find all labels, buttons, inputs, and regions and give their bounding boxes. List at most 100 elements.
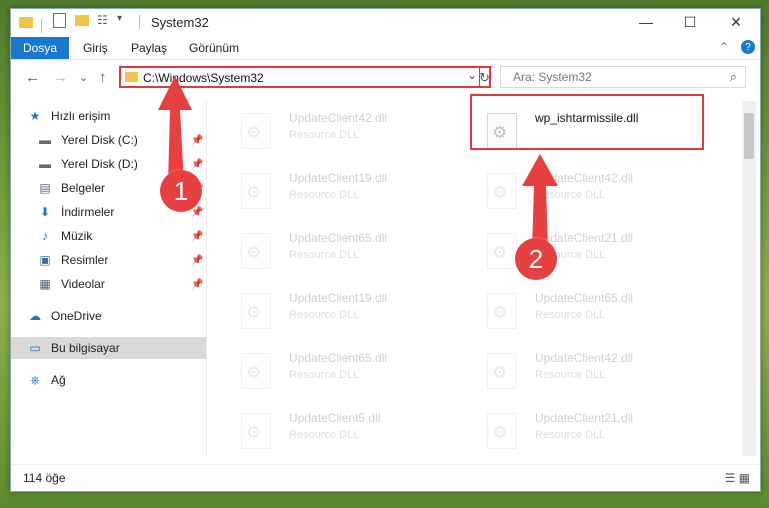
scrollbar-thumb[interactable] (744, 113, 754, 159)
vertical-scrollbar[interactable] (742, 101, 756, 456)
tab-file[interactable]: Dosya (11, 37, 69, 59)
step-2-badge: 2 (515, 238, 557, 280)
pin-icon[interactable]: 📌 (191, 255, 203, 266)
search-placeholder: Ara: System32 (513, 70, 592, 84)
file-name: UpdateClient65.dll (289, 351, 388, 365)
sidebar-item-label: Belgeler (61, 181, 106, 195)
new-folder-icon[interactable] (75, 15, 89, 26)
dll-file-icon (487, 293, 517, 329)
dll-file-icon (487, 353, 517, 389)
dll-file-icon (487, 413, 517, 449)
sidebar-item-label: Hızlı erişim (51, 109, 111, 123)
sidebar-item[interactable]: ☁ OneDrive (11, 305, 206, 327)
file-item[interactable]: UpdateClient21.dll Resource DLL (469, 407, 699, 455)
sidebar-item-icon: ▦ (39, 277, 51, 291)
sidebar-item-label: Videolar (61, 277, 105, 291)
file-item[interactable]: UpdateClient42.dllResource DLL (223, 107, 453, 155)
window-title: System32 (151, 15, 209, 30)
view-toggle-icons[interactable]: ☰ ▦ (725, 471, 750, 485)
file-name: UpdateClient65.dll (535, 291, 634, 305)
sidebar-item-icon: ▬ (39, 133, 51, 147)
recent-locations-icon[interactable]: ⌄ (79, 71, 88, 84)
sidebar-item-icon: ▭ (29, 341, 41, 355)
sidebar-item-label: OneDrive (51, 309, 102, 323)
tab-share[interactable]: Paylaş (131, 41, 167, 55)
file-type: Resource DLL (289, 309, 360, 321)
file-item[interactable]: UpdateClient42.dllResource DLL (469, 167, 699, 215)
file-type: Resource DLL (535, 429, 606, 441)
sidebar-item-icon: ▣ (39, 253, 51, 267)
sidebar-item-label: Resimler (61, 253, 109, 267)
search-input[interactable]: Ara: System32 ⌕ (500, 66, 746, 88)
view-layout-icon[interactable]: ☷ (97, 13, 108, 27)
address-folder-icon (125, 72, 138, 82)
file-type: Resource DLL (535, 369, 606, 381)
explorer-window: ☷ ▾ System32 — ☐ ✕ Dosya Giriş Paylaş Gö… (10, 8, 761, 492)
file-item[interactable]: UpdateClient65.dll Resource DLL (223, 347, 453, 395)
tab-view[interactable]: Görünüm (189, 41, 239, 55)
pin-icon[interactable]: 📌 (191, 279, 203, 290)
file-name: UpdateClient65.dll (289, 231, 388, 245)
customize-toolbar-icon[interactable]: ▾ (117, 13, 122, 24)
refresh-icon[interactable]: ↻ (479, 70, 490, 86)
sidebar-item-icon: ☁ (29, 309, 41, 323)
sidebar-item[interactable]: ▭ Bu bilgisayar (11, 337, 206, 359)
sidebar-item-label: Yerel Disk (D:) (61, 157, 138, 171)
dll-file-icon (241, 233, 271, 269)
quick-access-toolbar: ☷ ▾ (19, 13, 122, 33)
file-name: UpdateClient19.dll (289, 171, 388, 185)
file-item[interactable]: UpdateClient5.dll Resource DLL (223, 407, 453, 455)
sidebar-item-label: Ağ (51, 373, 66, 387)
title-bar: ☷ ▾ System32 — ☐ ✕ (11, 9, 760, 35)
address-dropdown-icon[interactable]: ⌄ (467, 68, 477, 82)
search-icon[interactable]: ⌕ (730, 69, 737, 85)
navigation-bar: ← → ⌄ ↑ C:\Windows\System32 ⌄ ↻ Ara: Sys… (11, 63, 760, 93)
file-item[interactable]: UpdateClient19.dll Resource DLL (223, 287, 453, 335)
sidebar-item-label: Bu bilgisayar (51, 341, 120, 355)
sidebar-item-icon: ▤ (39, 181, 51, 195)
close-button[interactable]: ✕ (713, 9, 759, 35)
file-type: Resource DLL (535, 309, 606, 321)
dll-file-icon (241, 293, 271, 329)
file-item[interactable]: UpdateClient21.dllResource DLL (469, 227, 699, 275)
up-icon[interactable]: ↑ (99, 69, 107, 86)
help-icon[interactable]: ? (741, 40, 755, 54)
file-item[interactable]: UpdateClient19.dll Resource DLL (223, 167, 453, 215)
maximize-button[interactable]: ☐ (667, 9, 713, 35)
properties-icon[interactable] (53, 13, 66, 28)
file-item[interactable]: UpdateClient65.dll Resource DLL (223, 227, 453, 275)
file-name: UpdateClient19.dll (289, 291, 388, 305)
file-name: UpdateClient21.dll (535, 411, 634, 425)
sidebar-item-icon: ▬ (39, 157, 51, 171)
file-type: Resource DLL (289, 369, 360, 381)
back-icon[interactable]: ← (25, 69, 40, 86)
file-type: Resource DLL (289, 249, 360, 261)
pin-icon[interactable]: 📌 (191, 231, 203, 242)
forward-icon[interactable]: → (53, 69, 68, 86)
file-list: UpdateClient42.dllResource DLLwp_ishtarm… (211, 101, 741, 456)
file-item[interactable]: UpdateClient65.dll Resource DLL (469, 287, 699, 335)
sidebar-item-label: İndirmeler (61, 205, 115, 219)
sidebar-item-icon: ♪ (42, 229, 48, 243)
ribbon-tabs: Dosya Giriş Paylaş Görünüm ⌃ ? (11, 37, 760, 60)
file-type: Resource DLL (289, 129, 360, 141)
minimize-button[interactable]: — (623, 9, 669, 35)
highlight-box (470, 94, 704, 150)
file-type: Resource DLL (289, 429, 360, 441)
folder-icon[interactable] (19, 16, 33, 28)
sidebar-item-label: Müzik (61, 229, 93, 243)
dll-file-icon (241, 173, 271, 209)
step-1-badge: 1 (160, 170, 202, 212)
sidebar-item[interactable]: ♪ Müzik 📌 (11, 225, 206, 247)
dll-file-icon (241, 113, 271, 149)
sidebar-item-icon: ★ (29, 109, 41, 123)
dll-file-icon (241, 413, 271, 449)
item-count: 114 öğe (23, 471, 66, 485)
sidebar-item[interactable]: ▦ Videolar 📌 (11, 273, 206, 295)
tab-home[interactable]: Giriş (83, 41, 108, 55)
file-item[interactable]: UpdateClient42.dllResource DLL (469, 347, 699, 395)
collapse-ribbon-icon[interactable]: ⌃ (719, 40, 729, 54)
sidebar-item-icon: ⬇ (39, 205, 51, 219)
sidebar-item[interactable]: ▣ Resimler 📌 (11, 249, 206, 271)
sidebar-item[interactable]: ⎈ Ağ (11, 369, 206, 391)
